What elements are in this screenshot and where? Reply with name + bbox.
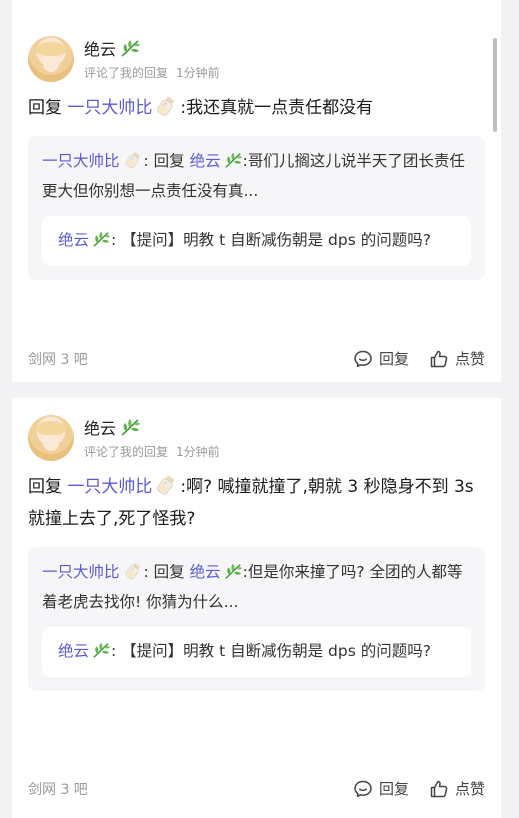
like-button-label: 点赞 (454, 780, 485, 798)
card-header: 绝云 评论了我的回复 1分钟前 (28, 36, 485, 82)
quote-target-link[interactable]: 绝云 (190, 152, 221, 170)
scrollbar[interactable] (493, 38, 497, 132)
milk-bottle-icon (153, 95, 179, 117)
leaf-icon (119, 417, 141, 437)
reply-button[interactable]: 回复 (353, 348, 409, 369)
quote-target-link[interactable]: 绝云 (190, 563, 221, 581)
comment-icon (354, 780, 372, 797)
timestamp: 1分钟前 (176, 445, 220, 459)
quoted-reply-text: 一只大帅比: 回复 绝云:哥们儿搁这儿说半天了团长责任更大但你别想一点责任没有真… (42, 146, 471, 206)
card-footer: 剑网 3 吧 回复 点赞 (28, 348, 485, 369)
quoted-reply[interactable]: 一只大帅比: 回复 绝云:但是你来撞了吗? 全团的人都等着老虎去找你! 你猜为什… (28, 547, 485, 691)
notification-meta: 评论了我的回复 1分钟前 (84, 64, 220, 81)
username-row: 绝云 (84, 36, 220, 60)
card-actions: 回复 点赞 (353, 348, 485, 369)
avatar[interactable] (28, 415, 74, 461)
like-button[interactable]: 点赞 (429, 348, 485, 369)
reply-target-link[interactable]: 一只大帅比 (67, 477, 152, 497)
reply-text: :我还真就一点责任都没有 (180, 98, 374, 118)
reply-content[interactable]: 回复 一只大帅比:啊? 喊撞就撞了,朝就 3 秒隐身不到 3s 就撞上去了,死了… (28, 471, 485, 535)
comment-card[interactable]: 绝云 评论了我的回复 1分钟前 回复 一只大帅比:啊? 喊撞就撞了,朝就 3 秒隐… (12, 398, 501, 818)
quoted-reply[interactable]: 一只大帅比: 回复 绝云:哥们儿搁这儿说半天了团长责任更大但你别想一点责任没有真… (28, 136, 485, 280)
leaf-icon (223, 151, 243, 169)
avatar[interactable] (28, 36, 74, 82)
forum-name[interactable]: 剑网 3 吧 (28, 349, 88, 369)
milk-bottle-icon (122, 150, 144, 170)
inner-quote-text: : 【提问】明教 t 自断减伤朝是 dps 的问题吗? (111, 642, 431, 660)
quote-author-link[interactable]: 一只大帅比 (42, 152, 120, 170)
reply-prefix: 回复 (28, 98, 62, 118)
quote-mid: : 回复 (143, 563, 190, 581)
action-text: 评论了我的回复 (84, 66, 169, 80)
quoted-reply-text: 一只大帅比: 回复 绝云:但是你来撞了吗? 全团的人都等着老虎去找你! 你猜为什… (42, 557, 471, 617)
inner-quote-text: : 【提问】明教 t 自断减伤朝是 dps 的问题吗? (111, 231, 431, 249)
milk-bottle-icon (122, 561, 144, 581)
thumbs-up-icon (430, 350, 448, 367)
comment-icon (354, 350, 372, 367)
card-actions: 回复 点赞 (353, 778, 485, 799)
action-text: 评论了我的回复 (84, 445, 169, 459)
username-row: 绝云 (84, 415, 220, 439)
like-button[interactable]: 点赞 (429, 778, 485, 799)
leaf-icon (223, 562, 243, 580)
inner-quote-author-link[interactable]: 绝云 (58, 231, 89, 249)
username[interactable]: 绝云 (84, 36, 116, 60)
milk-bottle-icon (153, 474, 179, 496)
inner-quote-author-link[interactable]: 绝云 (58, 642, 89, 660)
user-meta: 绝云 评论了我的回复 1分钟前 (84, 36, 220, 81)
timestamp: 1分钟前 (176, 66, 220, 80)
like-button-label: 点赞 (454, 350, 485, 368)
leaf-icon (91, 230, 111, 248)
forum-name[interactable]: 剑网 3 吧 (28, 779, 88, 799)
reply-button-label: 回复 (378, 350, 409, 368)
reply-prefix: 回复 (28, 477, 62, 497)
quote-author-link[interactable]: 一只大帅比 (42, 563, 120, 581)
card-header: 绝云 评论了我的回复 1分钟前 (28, 415, 485, 461)
quote-mid: : 回复 (143, 152, 190, 170)
thumbs-up-icon (430, 780, 448, 797)
user-meta: 绝云 评论了我的回复 1分钟前 (84, 415, 220, 460)
original-post-quote[interactable]: 绝云 : 【提问】明教 t 自断减伤朝是 dps 的问题吗? (42, 216, 471, 266)
reply-target-link[interactable]: 一只大帅比 (67, 98, 152, 118)
original-post-quote[interactable]: 绝云 : 【提问】明教 t 自断减伤朝是 dps 的问题吗? (42, 627, 471, 677)
reply-button-label: 回复 (378, 780, 409, 798)
leaf-icon (91, 641, 111, 659)
comment-card[interactable]: 绝云 评论了我的回复 1分钟前 回复 一只大帅比 :我还真就一点责任都没有 一只大帅… (12, 0, 501, 382)
reply-button[interactable]: 回复 (353, 778, 409, 799)
notification-meta: 评论了我的回复 1分钟前 (84, 443, 220, 460)
notification-feed: 绝云 评论了我的回复 1分钟前 回复 一只大帅比 :我还真就一点责任都没有 一只大帅… (12, 0, 501, 818)
leaf-icon (119, 38, 141, 58)
card-footer: 剑网 3 吧 回复 点赞 (28, 778, 485, 799)
username[interactable]: 绝云 (84, 415, 116, 439)
reply-content[interactable]: 回复 一只大帅比 :我还真就一点责任都没有 (28, 92, 485, 124)
